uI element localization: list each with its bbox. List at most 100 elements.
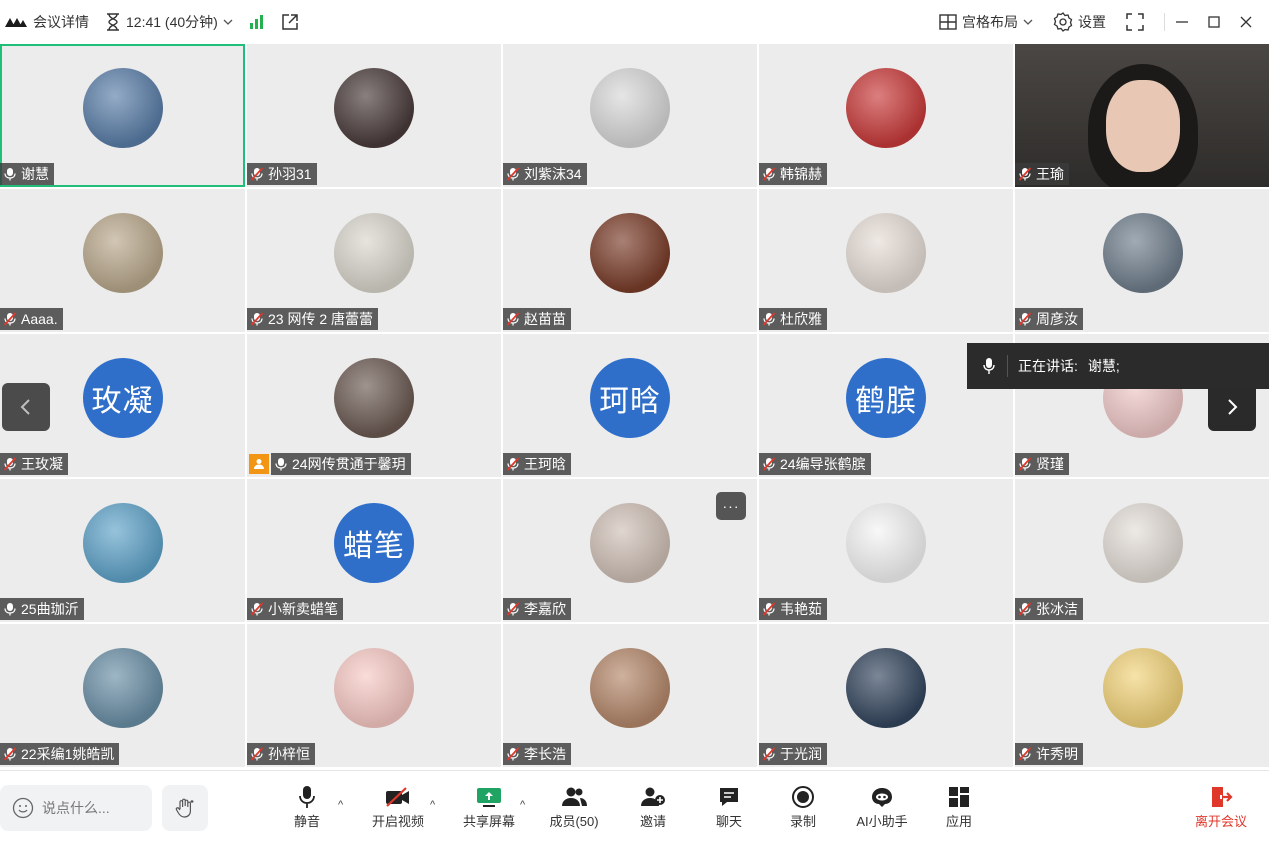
microphone-muted-icon bbox=[250, 167, 264, 181]
participant-tile[interactable]: 孙羽31 bbox=[247, 44, 501, 187]
more-options-button[interactable]: ··· bbox=[716, 492, 746, 520]
participant-nametag: 孙羽31 bbox=[247, 163, 317, 185]
participant-tile[interactable]: 王瑜 bbox=[1015, 44, 1269, 187]
participant-tile[interactable]: 24网传贯通于馨玥 bbox=[247, 334, 501, 477]
close-icon[interactable] bbox=[1239, 15, 1253, 29]
video-options-caret[interactable]: ^ bbox=[430, 799, 435, 811]
avatar bbox=[82, 213, 163, 293]
mute-button[interactable]: 静音 bbox=[290, 783, 324, 830]
chat-icon bbox=[720, 788, 738, 806]
members-label: 成员(50) bbox=[549, 814, 599, 829]
fullscreen-button[interactable] bbox=[1126, 13, 1144, 31]
participant-name: 孙羽31 bbox=[268, 166, 312, 182]
settings-label: 设置 bbox=[1078, 14, 1106, 30]
meeting-timer[interactable]: 12:41 (40分钟) bbox=[105, 12, 233, 32]
participant-nametag: 许秀明 bbox=[1015, 743, 1083, 765]
participant-tile[interactable]: 于光润 bbox=[759, 624, 1013, 767]
participant-name-area: 李嘉欣 bbox=[503, 598, 571, 620]
participant-tile[interactable]: 珂晗 王珂晗 bbox=[503, 334, 757, 477]
microphone-muted-icon bbox=[506, 457, 520, 471]
network-signal-indicator[interactable] bbox=[249, 15, 265, 29]
participant-tile[interactable]: 蜡笔小新卖蜡笔 bbox=[247, 479, 501, 622]
avatar: 蜡笔 bbox=[334, 503, 414, 583]
quick-chat-input[interactable]: 说点什么... bbox=[0, 785, 152, 831]
invite-label: 邀请 bbox=[639, 814, 666, 829]
participant-tile[interactable]: 赵苗苗 bbox=[503, 189, 757, 332]
participant-tile[interactable]: 孙梓恒 bbox=[247, 624, 501, 767]
start-video-button[interactable]: 开启视频 bbox=[368, 783, 428, 830]
settings-button[interactable]: 设置 bbox=[1053, 12, 1106, 32]
participant-tile[interactable]: 李长浩 bbox=[503, 624, 757, 767]
avatar: 珂晗 bbox=[590, 358, 670, 438]
participant-name-area: 王瑜 bbox=[1015, 163, 1069, 185]
participant-tile[interactable]: 杜欣雅 bbox=[759, 189, 1013, 332]
participant-tile[interactable]: 周彦汝 bbox=[1015, 189, 1269, 332]
microphone-muted-icon bbox=[506, 747, 520, 761]
participant-name-area: 赵苗苗 bbox=[503, 308, 571, 330]
share-screen-button[interactable]: 共享屏幕 bbox=[460, 783, 518, 830]
participant-tile[interactable]: 许秀明 bbox=[1015, 624, 1269, 767]
meeting-details-button[interactable]: 会议详情 bbox=[4, 12, 89, 32]
participant-tile[interactable]: Aaaa. bbox=[0, 189, 245, 332]
participant-nametag: 李嘉欣 bbox=[503, 598, 571, 620]
fullscreen-icon bbox=[1126, 13, 1144, 31]
grid-layout-icon bbox=[939, 14, 957, 30]
microphone-muted-icon bbox=[1018, 167, 1032, 181]
chat-button[interactable]: 聊天 bbox=[712, 783, 746, 830]
speaking-divider bbox=[1007, 355, 1008, 377]
leave-meeting-button[interactable]: 离开会议 bbox=[1190, 783, 1252, 830]
speaking-label: 正在讲话: bbox=[1018, 358, 1078, 374]
participant-tile[interactable]: 韩锦赫 bbox=[759, 44, 1013, 187]
top-bar-right: 宫格布局 设置 bbox=[939, 0, 1269, 44]
record-button[interactable]: 录制 bbox=[786, 783, 820, 830]
maximize-icon[interactable] bbox=[1207, 15, 1221, 29]
share-options-caret[interactable]: ^ bbox=[520, 799, 525, 811]
participant-tile[interactable]: 22采编1姚皓凯 bbox=[0, 624, 245, 767]
participant-nametag: 24编导张鹤膑 bbox=[759, 453, 871, 475]
ai-assistant-icon bbox=[872, 788, 892, 807]
participant-tile[interactable]: 张冰洁 bbox=[1015, 479, 1269, 622]
chat-label: 聊天 bbox=[715, 814, 742, 829]
microphone-muted-icon bbox=[762, 602, 776, 616]
participant-name-area: 小新卖蜡笔 bbox=[247, 598, 343, 620]
participant-nametag: Aaaa. bbox=[0, 308, 63, 330]
participant-tile[interactable]: 谢慧 bbox=[0, 44, 245, 187]
raise-hand-button[interactable] bbox=[162, 785, 208, 831]
participant-nametag: 小新卖蜡笔 bbox=[247, 598, 343, 620]
microphone-muted-icon bbox=[1018, 747, 1032, 761]
ai-assistant-button[interactable]: AI小助手 bbox=[852, 783, 912, 830]
exit-door-icon bbox=[1212, 787, 1233, 807]
microphone-muted-icon bbox=[1018, 602, 1032, 616]
participant-nametag: 谢慧 bbox=[0, 163, 54, 185]
record-icon bbox=[792, 786, 814, 808]
leave-meeting-label: 离开会议 bbox=[1194, 814, 1247, 829]
participant-tile[interactable]: 刘紫沫34 bbox=[503, 44, 757, 187]
participant-tile[interactable]: 23 网传 2 唐蕾蕾 bbox=[247, 189, 501, 332]
participant-name: 刘紫沫34 bbox=[524, 166, 582, 182]
previous-page-button[interactable] bbox=[2, 383, 50, 431]
participant-name-area: 张冰洁 bbox=[1015, 598, 1083, 620]
camera-off-icon bbox=[386, 787, 409, 807]
minimize-icon[interactable] bbox=[1175, 15, 1189, 29]
next-page-button[interactable] bbox=[1208, 383, 1256, 431]
mute-options-caret[interactable]: ^ bbox=[338, 799, 343, 811]
microphone-muted-icon bbox=[3, 747, 17, 761]
invite-button[interactable]: 邀请 bbox=[636, 783, 670, 830]
participant-tile[interactable]: 韦艳茹 bbox=[759, 479, 1013, 622]
members-button[interactable]: 成员(50) bbox=[545, 783, 603, 830]
participant-name: 赵苗苗 bbox=[524, 311, 566, 327]
microphone-muted-icon bbox=[1018, 312, 1032, 326]
participant-name: 杜欣雅 bbox=[780, 311, 822, 327]
apps-button[interactable]: 应用 bbox=[942, 783, 976, 830]
participant-name-area: 孙羽31 bbox=[247, 163, 317, 185]
popout-button[interactable] bbox=[281, 13, 299, 31]
avatar bbox=[82, 648, 163, 728]
chevron-down-icon bbox=[1023, 19, 1033, 25]
participant-tile[interactable]: 25曲珈沂 bbox=[0, 479, 245, 622]
layout-button[interactable]: 宫格布局 bbox=[939, 12, 1033, 32]
participant-name: Aaaa. bbox=[21, 311, 58, 327]
signal-bars-icon bbox=[249, 15, 263, 29]
participant-nametag: 于光润 bbox=[759, 743, 827, 765]
microphone-muted-icon bbox=[3, 457, 17, 471]
microphone-icon bbox=[3, 602, 17, 616]
